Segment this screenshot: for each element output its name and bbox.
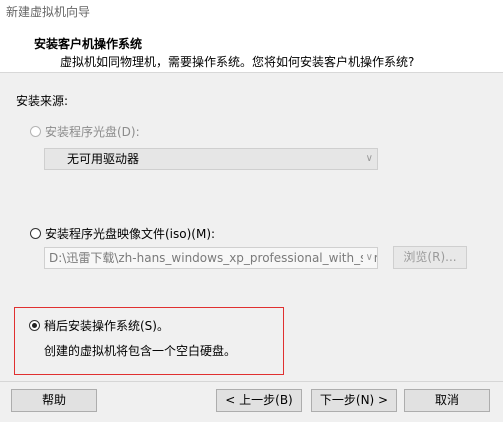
radio-button[interactable] — [30, 228, 41, 239]
radio-install-later[interactable]: 稍后安装操作系统(S)。 — [29, 317, 169, 334]
drive-select-value: 无可用驱动器 — [67, 152, 140, 166]
radio-optical-drive-label: 安装程序光盘(D): — [45, 125, 140, 139]
window-title: 新建虚拟机向导 — [0, 0, 503, 24]
page-subtitle: 虚拟机如同物理机，需要操作系统。您将如何安装客户机操作系统? — [60, 55, 415, 69]
browse-button[interactable]: 浏览(R)... — [393, 246, 467, 269]
drive-select[interactable]: 无可用驱动器 ∨ — [44, 148, 378, 170]
radio-button-checked[interactable] — [29, 320, 40, 331]
wizard-header: 安装客户机操作系统 虚拟机如同物理机，需要操作系统。您将如何安装客户机操作系统? — [0, 24, 503, 73]
help-button[interactable]: 帮助 — [11, 389, 97, 412]
radio-optical-drive[interactable]: 安装程序光盘(D): — [30, 123, 140, 140]
back-button[interactable]: < 上一步(B) — [216, 389, 302, 412]
iso-path-value: D:\迅雷下载\zh-hans_windows_xp_professional_… — [49, 251, 378, 265]
chevron-down-icon: ∨ — [365, 153, 373, 164]
install-source-label: 安装来源: — [16, 94, 69, 108]
page-title: 安装客户机操作系统 — [34, 37, 143, 51]
next-button[interactable]: 下一步(N) > — [311, 389, 397, 412]
radio-button[interactable] — [30, 126, 41, 137]
chevron-down-icon: ∨ — [362, 248, 373, 268]
iso-path-input[interactable]: D:\迅雷下载\zh-hans_windows_xp_professional_… — [44, 247, 378, 269]
install-later-description: 创建的虚拟机将包含一个空白硬盘。 — [44, 344, 237, 358]
cancel-button[interactable]: 取消 — [404, 389, 490, 412]
divider — [0, 381, 503, 382]
radio-iso-image[interactable]: 安装程序光盘映像文件(iso)(M): — [30, 225, 215, 242]
radio-iso-image-label: 安装程序光盘映像文件(iso)(M): — [45, 227, 216, 241]
radio-install-later-label: 稍后安装操作系统(S)。 — [44, 319, 169, 333]
